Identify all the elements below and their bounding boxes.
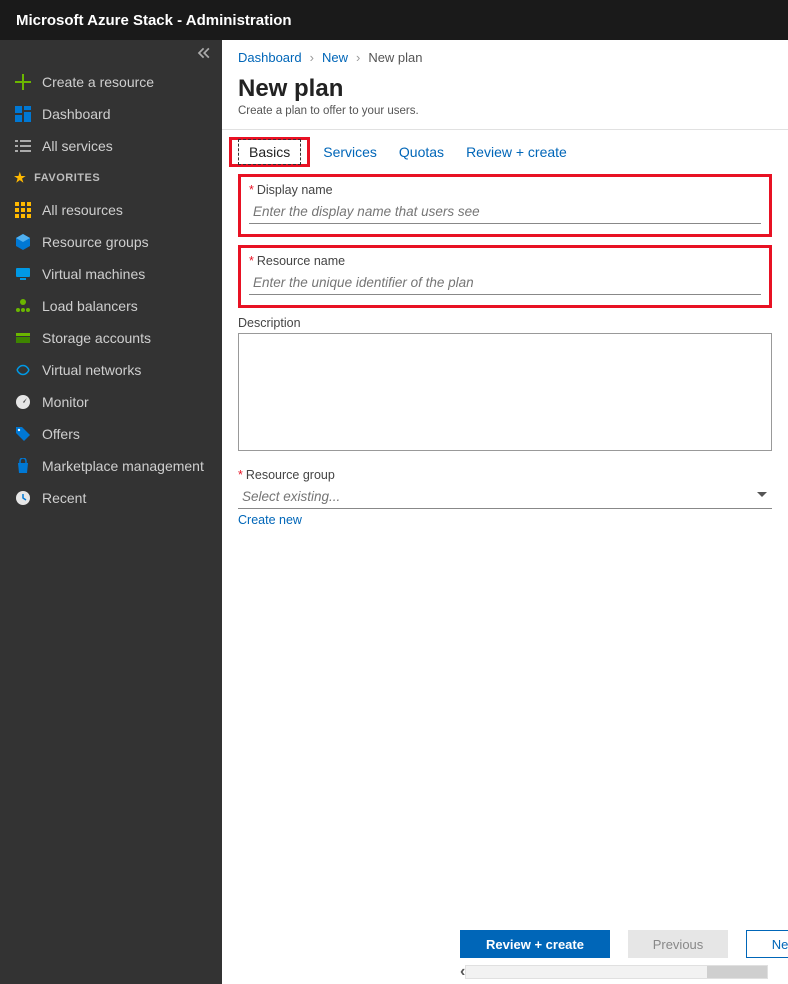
footer-bar: Review + create Previous Next : Services… — [460, 930, 768, 958]
display-name-label: *Display name — [249, 183, 761, 197]
required-icon: * — [238, 468, 243, 482]
sidebar-item-label: Load balancers — [42, 298, 138, 314]
top-bar-title: Microsoft Azure Stack - Administration — [16, 12, 292, 29]
sidebar-all-services[interactable]: All services — [0, 130, 222, 162]
tab-review-create[interactable]: Review + create — [466, 144, 567, 160]
main-pane: Dashboard › New › New plan New plan Crea… — [222, 40, 788, 984]
tab-services[interactable]: Services — [323, 144, 377, 160]
resource-group-label: *Resource group — [238, 468, 772, 482]
sidebar-item-storage-accounts[interactable]: Storage accounts — [0, 322, 222, 354]
sidebar-item-label: Offers — [42, 426, 80, 442]
sidebar-collapse-button[interactable] — [0, 40, 222, 66]
description-input[interactable] — [238, 333, 772, 451]
dashboard-icon — [14, 105, 32, 123]
sidebar-item-marketplace[interactable]: Marketplace management — [0, 450, 222, 482]
resource-name-label: *Resource name — [249, 254, 761, 268]
bag-icon — [14, 457, 32, 475]
page-subtitle: Create a plan to offer to your users. — [222, 105, 788, 125]
sidebar-create-resource[interactable]: Create a resource — [0, 66, 222, 98]
sidebar-item-monitor[interactable]: Monitor — [0, 386, 222, 418]
sidebar: Create a resource Dashboard All services… — [0, 40, 222, 984]
previous-button: Previous — [628, 930, 728, 958]
sidebar-item-label: Virtual networks — [42, 362, 141, 378]
network-icon — [14, 361, 32, 379]
required-icon: * — [249, 254, 254, 268]
description-label: Description — [238, 316, 772, 330]
gauge-icon — [14, 393, 32, 411]
storage-icon — [14, 329, 32, 347]
sidebar-item-label: All services — [42, 138, 113, 154]
review-create-button[interactable]: Review + create — [460, 930, 610, 958]
scrollbar-thumb[interactable] — [707, 966, 767, 978]
required-icon: * — [249, 183, 254, 197]
sidebar-item-all-resources[interactable]: All resources — [0, 194, 222, 226]
plus-icon — [14, 73, 32, 91]
star-icon: ★ — [14, 170, 26, 186]
sidebar-item-resource-groups[interactable]: Resource groups — [0, 226, 222, 258]
sidebar-item-label: Storage accounts — [42, 330, 151, 346]
breadcrumb: Dashboard › New › New plan — [222, 40, 788, 69]
sidebar-item-label: Resource groups — [42, 234, 149, 250]
monitor-icon — [14, 265, 32, 283]
sidebar-item-label: Monitor — [42, 394, 89, 410]
chevron-double-left-icon — [196, 46, 210, 60]
resource-group-select[interactable] — [238, 485, 772, 509]
tab-bar: Basics Services Quotas Review + create — [222, 130, 788, 170]
horizontal-scrollbar[interactable]: ‹ — [460, 964, 768, 980]
load-balancer-icon — [14, 297, 32, 315]
sidebar-item-label: Dashboard — [42, 106, 111, 122]
display-name-input[interactable] — [249, 200, 761, 224]
clock-icon — [14, 489, 32, 507]
highlight-box: *Resource name — [238, 245, 772, 308]
sidebar-item-offers[interactable]: Offers — [0, 418, 222, 450]
sidebar-dashboard[interactable]: Dashboard — [0, 98, 222, 130]
sidebar-item-recent[interactable]: Recent — [0, 482, 222, 514]
sidebar-item-virtual-machines[interactable]: Virtual machines — [0, 258, 222, 290]
breadcrumb-dashboard[interactable]: Dashboard — [238, 50, 302, 65]
breadcrumb-new[interactable]: New — [322, 50, 348, 65]
top-bar: Microsoft Azure Stack - Administration — [0, 0, 788, 40]
resource-name-input[interactable] — [249, 271, 761, 295]
sidebar-item-label: Recent — [42, 490, 86, 506]
sidebar-item-virtual-networks[interactable]: Virtual networks — [0, 354, 222, 386]
sidebar-item-label: All resources — [42, 202, 123, 218]
sidebar-item-label: Marketplace management — [42, 458, 204, 474]
scrollbar-track[interactable] — [465, 965, 768, 979]
next-button[interactable]: Next : Services > — [746, 930, 788, 958]
grid-icon — [14, 201, 32, 219]
list-icon — [14, 137, 32, 155]
breadcrumb-current: New plan — [368, 50, 422, 65]
sidebar-item-label: Create a resource — [42, 74, 154, 90]
sidebar-favorites-label: FAVORITES — [34, 172, 100, 184]
sidebar-favorites-header: ★ FAVORITES — [0, 162, 222, 194]
sidebar-item-label: Virtual machines — [42, 266, 145, 282]
highlight-box: Basics — [229, 137, 310, 167]
highlight-box: *Display name — [238, 174, 772, 237]
create-new-link[interactable]: Create new — [238, 513, 302, 527]
page-title: New plan — [222, 69, 788, 105]
chevron-right-icon: › — [356, 50, 360, 65]
tab-basics[interactable]: Basics — [238, 139, 301, 165]
sidebar-item-load-balancers[interactable]: Load balancers — [0, 290, 222, 322]
chevron-right-icon: › — [310, 50, 314, 65]
cube-icon — [14, 233, 32, 251]
tag-icon — [14, 425, 32, 443]
tab-quotas[interactable]: Quotas — [399, 144, 444, 160]
